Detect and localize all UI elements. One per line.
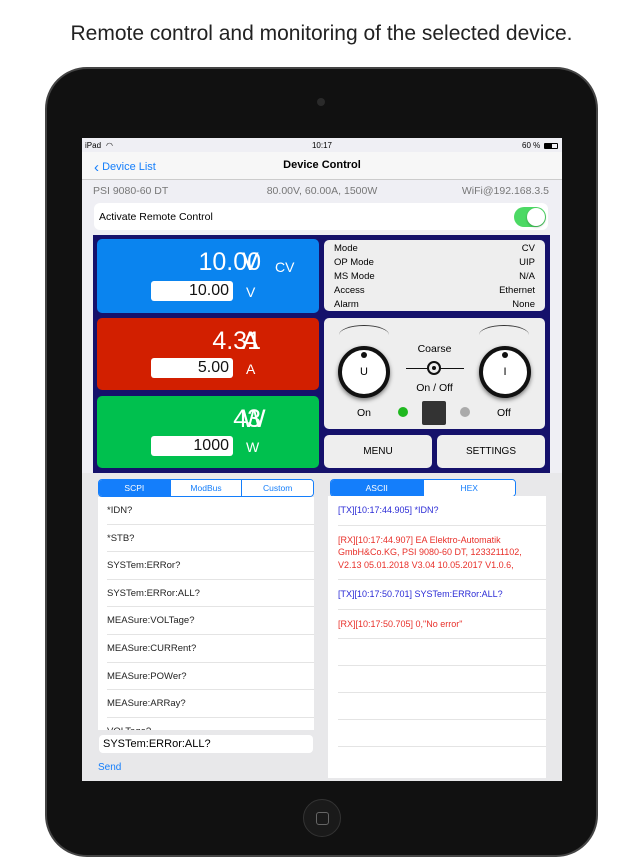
control-panel: 10.00 V CV 10.00 V 4.31 A 5.00 A 43 W 10… [93, 235, 550, 473]
voltage-box: 10.00 V CV 10.00 V [97, 239, 319, 313]
power-box: 43 W 1000 W [97, 396, 319, 468]
on-label: On [357, 407, 372, 419]
page-title: Device Control [283, 159, 361, 171]
log-entry-empty [338, 666, 546, 693]
nav-bar: ‹ Device List Device Control [82, 152, 562, 180]
command-list[interactable]: *IDN? *STB? SYSTem:ERRor? SYSTem:ERRor:A… [98, 497, 314, 730]
off-label: Off [497, 407, 511, 419]
off-led-icon [460, 407, 470, 417]
tab-hex[interactable]: HEX [422, 480, 515, 496]
list-item[interactable]: MEASure:VOLTage? [107, 607, 314, 635]
log-entry-empty [338, 720, 546, 747]
status-row: Mode CV [334, 243, 535, 254]
rotate-arrow-icon [339, 325, 389, 345]
status-row: MS Mode N/A [334, 271, 535, 282]
home-square-icon [316, 812, 329, 825]
list-item[interactable]: SYSTem:ERRor:ALL? [107, 580, 314, 608]
power-set-unit: W [246, 439, 260, 455]
output-onoff-button[interactable] [422, 401, 446, 425]
tab-custom[interactable]: Custom [241, 480, 313, 496]
voltage-set-input[interactable]: 10.00 [151, 281, 233, 301]
screen: iPad ◠ 10:17 60 % ‹ Device List Device C… [82, 138, 562, 781]
status-table: Mode CV OP Mode UIP MS Mode N/A Access Ether… [324, 240, 545, 311]
battery-icon [544, 143, 558, 149]
caption: Remote control and monitoring of the sel… [70, 22, 573, 45]
status-time: 10:17 [311, 141, 333, 150]
list-item[interactable]: MEASure:ARRay? [107, 690, 314, 718]
knob-panel: U I Coarse On / Off On Off [324, 318, 545, 429]
rotate-arrow-icon [479, 325, 529, 345]
remote-control-label: Activate Remote Control [99, 211, 213, 223]
communication-log[interactable]: [TX][10:17:44.905] *IDN? [RX][10:17:44.9… [328, 496, 546, 778]
settings-button[interactable]: SETTINGS [437, 435, 545, 468]
home-button[interactable] [303, 799, 341, 837]
log-entry: [TX][10:17:44.905] *IDN? [338, 496, 546, 526]
voltage-set-unit: V [246, 284, 256, 300]
list-item[interactable]: MEASure:CURRent? [107, 635, 314, 663]
remote-control-toggle[interactable] [514, 207, 546, 227]
log-entry-empty [338, 639, 546, 666]
remote-control-row: Activate Remote Control [94, 203, 548, 230]
current-box: 4.31 A 5.00 A [97, 318, 319, 390]
on-led-icon [398, 407, 408, 417]
status-row: Alarm None [334, 299, 535, 310]
command-input[interactable]: SYSTem:ERRor:ALL? [99, 735, 313, 753]
voltage-unit: V [242, 248, 259, 276]
list-item[interactable]: VOLTage? [107, 718, 314, 730]
log-entry: [RX][10:17:50.705] 0,"No error" [338, 610, 546, 639]
current-set-unit: A [246, 361, 256, 377]
log-entry: [TX][10:17:50.701] SYSTem:ERRor:ALL? [338, 580, 546, 610]
current-unit: A [242, 327, 259, 355]
list-item[interactable]: SYSTem:ERRor? [107, 552, 314, 580]
log-format-tabs: ASCII HEX [330, 479, 516, 497]
power-unit: W [242, 405, 266, 433]
log-entry: [RX][10:17:44.907] EA Elektro-Automatik … [338, 526, 546, 580]
current-set-input[interactable]: 5.00 [151, 358, 233, 378]
menu-button[interactable]: MENU [324, 435, 432, 468]
coarse-switch-handle[interactable] [427, 361, 441, 375]
coarse-label: Coarse [417, 343, 452, 355]
status-row: OP Mode UIP [334, 257, 535, 268]
list-item[interactable]: *IDN? [107, 497, 314, 525]
camera [317, 98, 325, 106]
mode-badge: CV [275, 259, 295, 275]
list-item[interactable]: MEASure:POWer? [107, 663, 314, 691]
command-type-tabs: SCPI ModBus Custom [98, 479, 314, 497]
log-entry-empty [338, 693, 546, 720]
send-button[interactable]: Send [98, 762, 121, 773]
device-connection: WiFi@192.168.3.5 [461, 185, 549, 197]
list-item[interactable]: *STB? [107, 525, 314, 553]
status-battery: 60 % [522, 141, 541, 150]
onoff-label: On / Off [416, 382, 453, 394]
status-row: Access Ethernet [334, 285, 535, 296]
tab-modbus[interactable]: ModBus [169, 480, 242, 496]
tab-scpi[interactable]: SCPI [99, 480, 170, 496]
tab-ascii[interactable]: ASCII [331, 480, 423, 496]
power-set-input[interactable]: 1000 [151, 436, 233, 456]
